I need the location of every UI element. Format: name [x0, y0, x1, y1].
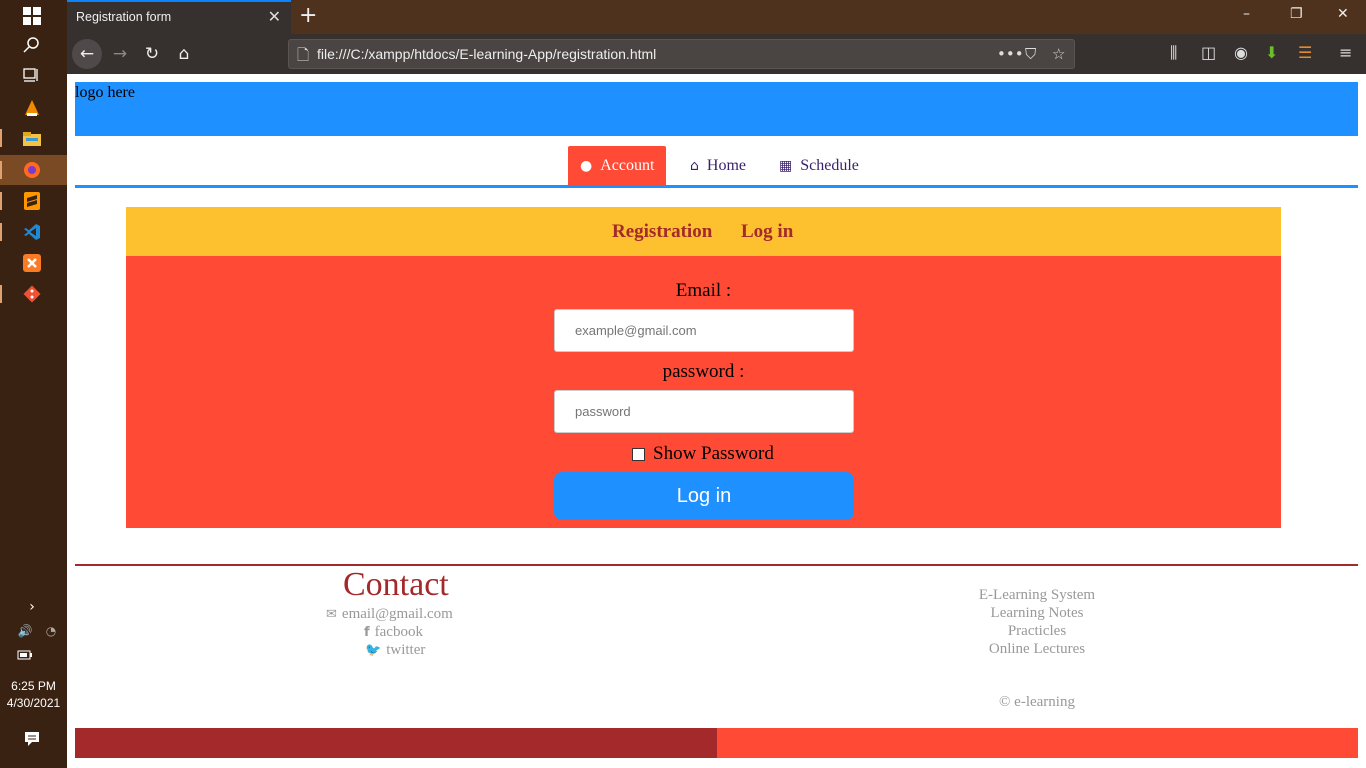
copyright: © e-learning — [999, 694, 1075, 710]
email-label: Email : — [675, 280, 732, 301]
facebook-icon: f — [364, 625, 370, 640]
menu-item-schedule[interactable]: ▦ Schedule — [767, 146, 871, 185]
menu-icon[interactable]: ≡ — [1339, 43, 1352, 62]
web-page: logo here ● Account ⌂ Home ▦ Schedule Re… — [67, 74, 1366, 768]
extension-icon[interactable]: ☰ — [1298, 43, 1312, 62]
reload-icon[interactable]: ↻ — [137, 39, 167, 69]
close-tab-icon[interactable]: ✕ — [268, 7, 281, 26]
taskbar-running-indicator — [0, 161, 2, 179]
windows-taskbar: › 🔊 ◔ 6:25 PM 4/30/2021 — [0, 0, 67, 768]
search-icon[interactable] — [21, 34, 43, 56]
vscode-icon[interactable] — [21, 221, 43, 243]
close-window-icon[interactable]: ✕ — [1337, 6, 1349, 22]
windows-start-icon[interactable] — [21, 5, 43, 27]
menu-item-home[interactable]: ⌂ Home — [678, 146, 758, 185]
login-button[interactable]: Log in — [554, 472, 854, 520]
form-tabs: Registration Log in — [126, 207, 1281, 256]
envelope-icon: ✉ — [326, 607, 337, 622]
more-actions-icon[interactable]: ••• — [997, 45, 1024, 63]
footer-link[interactable]: E-Learning System — [937, 586, 1137, 604]
page-icon: 🗋 — [297, 46, 310, 64]
tab-registration[interactable]: Registration — [612, 221, 712, 243]
footer-link[interactable]: Online Lectures — [937, 640, 1137, 658]
xampp-icon[interactable] — [21, 252, 43, 274]
footer-bar-left — [75, 728, 717, 758]
user-icon: ● — [580, 157, 593, 174]
footer-divider — [75, 564, 1358, 566]
login-form-container: Registration Log in Email : password : S… — [126, 207, 1281, 528]
password-label: password : — [662, 361, 745, 382]
show-password-row: Show Password — [632, 443, 774, 465]
library-icon[interactable]: ⫼ — [1170, 43, 1177, 63]
volume-icon[interactable]: 🔊 — [14, 620, 36, 642]
footer-links: E-Learning System Learning Notes Practic… — [937, 586, 1137, 658]
tab-title: Registration form — [76, 10, 172, 24]
task-view-icon[interactable] — [21, 64, 43, 86]
notifications-icon[interactable] — [21, 728, 43, 750]
show-password-checkbox[interactable] — [632, 447, 645, 461]
clock-time[interactable]: 6:25 PM — [0, 679, 67, 693]
home-icon: ⌂ — [690, 157, 699, 174]
menu-item-label: Account — [600, 156, 655, 174]
header-logo-bar: logo here — [75, 82, 1358, 136]
pocket-icon[interactable]: ⛉ — [1025, 45, 1036, 63]
twitter-icon: 🐦 — [365, 643, 382, 658]
home-icon[interactable]: ⌂ — [169, 39, 199, 69]
wifi-icon[interactable]: ◔ — [40, 620, 62, 642]
firefox-icon[interactable] — [21, 159, 43, 181]
logo-text: logo here — [75, 84, 135, 101]
browser-tab-bar: Registration form ✕ + – ❐ ✕ — [67, 0, 1366, 34]
chevron-right-icon[interactable]: › — [21, 596, 43, 618]
show-password-label[interactable]: Show Password — [653, 443, 774, 465]
contact-title: Contact — [343, 566, 449, 603]
contact-email[interactable]: ✉ email@gmail.com — [326, 606, 453, 623]
footer-link[interactable]: Learning Notes — [937, 604, 1137, 622]
contact-facebook-text: facbook — [374, 624, 423, 640]
taskbar-running-indicator — [0, 129, 2, 147]
contact-twitter[interactable]: 🐦 twitter — [365, 642, 425, 659]
contact-email-text: email@gmail.com — [341, 606, 453, 622]
taskbar-running-indicator — [0, 192, 2, 210]
footer-link[interactable]: Practicles — [937, 622, 1137, 640]
browser-nav-bar: ← → ↻ ⌂ 🗋 file:///C:/xampp/htdocs/E-lear… — [67, 34, 1366, 74]
main-menu: ● Account ⌂ Home ▦ Schedule — [75, 144, 1358, 188]
password-field[interactable] — [554, 390, 854, 433]
taskbar-running-indicator — [0, 223, 2, 241]
file-explorer-icon[interactable] — [21, 128, 43, 150]
menu-item-account[interactable]: ● Account — [568, 146, 667, 185]
vlc-icon[interactable] — [21, 97, 43, 119]
account-icon[interactable]: ◉ — [1234, 43, 1248, 62]
tab-login[interactable]: Log in — [741, 221, 793, 243]
new-tab-icon[interactable]: + — [299, 3, 317, 28]
sublime-text-icon[interactable] — [21, 190, 43, 212]
url-bar[interactable]: 🗋 file:///C:/xampp/htdocs/E-learning-App… — [288, 39, 1075, 69]
battery-icon[interactable] — [14, 644, 36, 666]
contact-facebook[interactable]: f facbook — [364, 624, 423, 641]
git-icon[interactable] — [21, 283, 43, 305]
calendar-icon: ▦ — [779, 157, 793, 174]
taskbar-running-indicator — [0, 285, 2, 303]
back-icon[interactable]: ← — [72, 39, 102, 69]
url-text[interactable]: file:///C:/xampp/htdocs/E-learning-App/r… — [317, 46, 656, 62]
bookmark-star-icon[interactable]: ☆ — [1052, 45, 1065, 63]
contact-twitter-text: twitter — [386, 642, 426, 658]
sidebar-icon[interactable]: ◫ — [1201, 43, 1216, 62]
clock-date[interactable]: 4/30/2021 — [0, 696, 67, 710]
forward-icon[interactable]: → — [105, 39, 135, 69]
footer-bar-right — [717, 728, 1358, 758]
minimize-icon[interactable]: – — [1243, 6, 1250, 22]
menu-item-label: Schedule — [800, 156, 859, 174]
restore-icon[interactable]: ❐ — [1290, 6, 1303, 22]
download-icon[interactable]: ⬇ — [1265, 43, 1278, 62]
browser-tab[interactable]: Registration form ✕ — [67, 0, 291, 34]
menu-item-label: Home — [706, 156, 746, 174]
email-field[interactable] — [554, 309, 854, 352]
